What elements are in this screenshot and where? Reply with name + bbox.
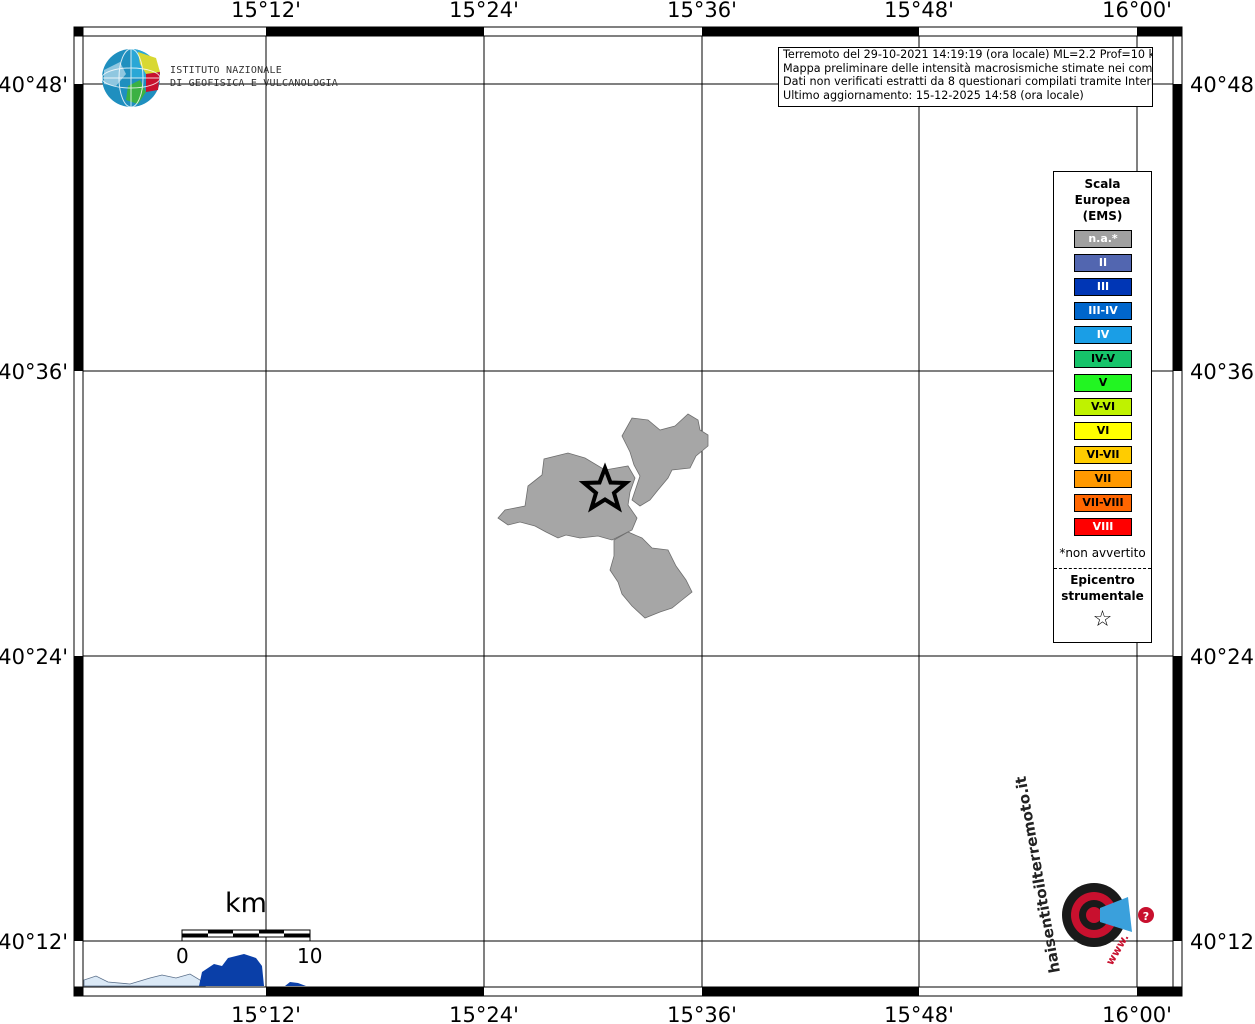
event-info-line-3: Dati non verificati estratti da 8 questi… [783, 75, 1153, 89]
legend-item: VIII [1074, 518, 1132, 536]
legend-title-3: (EMS) [1082, 209, 1123, 223]
legend-item: n.a.* [1074, 230, 1132, 248]
legend-epicenter-2: strumentale [1061, 589, 1144, 603]
legend-star-icon: ☆ [1092, 607, 1113, 632]
event-info-box: Terremoto del 29-10-2021 14:19:19 (ora l… [778, 47, 1153, 107]
legend-note: *non avvertito [1059, 546, 1146, 560]
legend-item: IV [1074, 326, 1132, 344]
legend-epicenter-1: Epicentro [1070, 573, 1135, 587]
svg-text:?: ? [1143, 910, 1149, 923]
legend-item: VII [1074, 470, 1132, 488]
ingv-logo-icon [101, 48, 161, 108]
scale-min: 0 [176, 944, 189, 968]
legend-item: II [1074, 254, 1132, 272]
event-info-line-4: Ultimo aggiornamento: 15-12-2025 14:58 (… [783, 88, 1084, 102]
legend-item: V [1074, 374, 1132, 392]
ingv-line-1: ISTITUTO NAZIONALE [170, 65, 282, 76]
scale-max: 10 [297, 944, 323, 968]
legend-item: VI [1074, 422, 1132, 440]
legend-separator [1054, 568, 1151, 569]
legend-item: VI-VII [1074, 446, 1132, 464]
legend-item: V-VI [1074, 398, 1132, 416]
legend-item: IV-V [1074, 350, 1132, 368]
ingv-line-2: DI GEOFISICA E VULCANOLOGIA [170, 78, 338, 89]
scale-unit: km [225, 888, 267, 919]
ems-legend: Scala Europea (EMS) n.a.* II III III-IV IV IV… [1053, 171, 1152, 643]
legend-item: III-IV [1074, 302, 1132, 320]
legend-title-1: Scala [1084, 177, 1121, 191]
legend-item: III [1074, 278, 1132, 296]
legend-item: VII-VIII [1074, 494, 1132, 512]
legend-title-2: Europea [1074, 193, 1131, 207]
ingv-logo-text: ISTITUTO NAZIONALE DI GEOFISICA E VULCAN… [170, 64, 338, 90]
event-info-line-1: Terremoto del 29-10-2021 14:19:19 (ora l… [783, 48, 1153, 61]
event-info-line-2: Mappa preliminare delle intensità macros… [783, 61, 1153, 75]
